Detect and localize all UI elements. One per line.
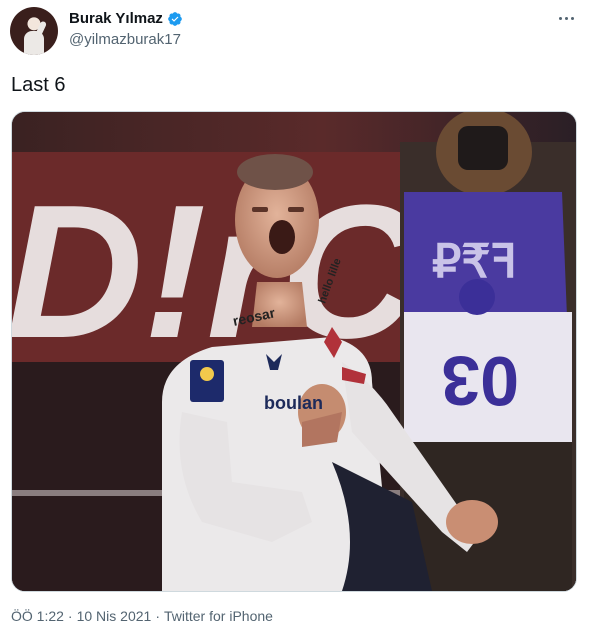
sponsor-text: boulan: [264, 393, 323, 413]
tweet-source[interactable]: Twitter for iPhone: [164, 608, 273, 624]
separator: ·: [67, 608, 73, 624]
author-name-row: Burak Yılmaz: [69, 10, 183, 27]
more-dot: [570, 16, 574, 20]
player-celebration-photo: D!rC ₽₹ꟻ 03 reosar boulan hello lille: [12, 112, 576, 591]
tweet-date[interactable]: 10 Nis 2021: [77, 608, 152, 624]
author-display-name[interactable]: Burak Yılmaz: [69, 10, 163, 27]
tweet-card: Burak Yılmaz @yilmazburak17 Last 6 D!rC …: [0, 0, 590, 635]
avatar-figure-arm: [34, 20, 48, 38]
more-dot: [558, 16, 562, 20]
tweet-time[interactable]: ÖÖ 1:22: [11, 608, 64, 624]
bib-number: 03: [441, 342, 519, 420]
avatar[interactable]: [10, 7, 58, 55]
tweet-text: Last 6: [11, 74, 66, 96]
board-text: D!rC: [12, 166, 420, 378]
tweet-metadata: ÖÖ 1:22 · 10 Nis 2021 · Twitter for iPhone: [11, 608, 273, 624]
more-options-icon[interactable]: [552, 8, 580, 28]
more-dot: [564, 16, 568, 20]
separator: ·: [155, 608, 160, 624]
author-handle[interactable]: @yilmazburak17: [69, 31, 181, 48]
tweet-photo[interactable]: D!rC ₽₹ꟻ 03 reosar boulan hello lille: [11, 111, 577, 592]
verified-badge-icon: [168, 11, 182, 26]
